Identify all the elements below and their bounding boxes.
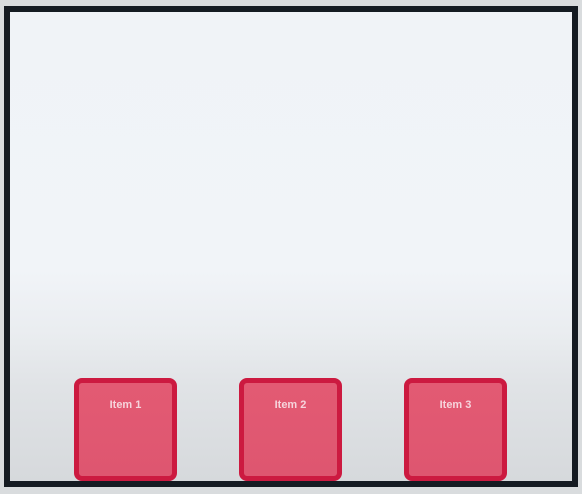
flex-item-3: Item 3 — [404, 378, 507, 481]
stage: Item 1 Item 2 Item 3 — [0, 0, 582, 494]
item-label: Item 2 — [274, 399, 307, 411]
flex-item-2: Item 2 — [239, 378, 342, 481]
item-label: Item 1 — [109, 399, 142, 411]
flex-container: Item 1 Item 2 Item 3 — [4, 6, 578, 487]
item-label: Item 3 — [439, 399, 472, 411]
flex-item-1: Item 1 — [74, 378, 177, 481]
